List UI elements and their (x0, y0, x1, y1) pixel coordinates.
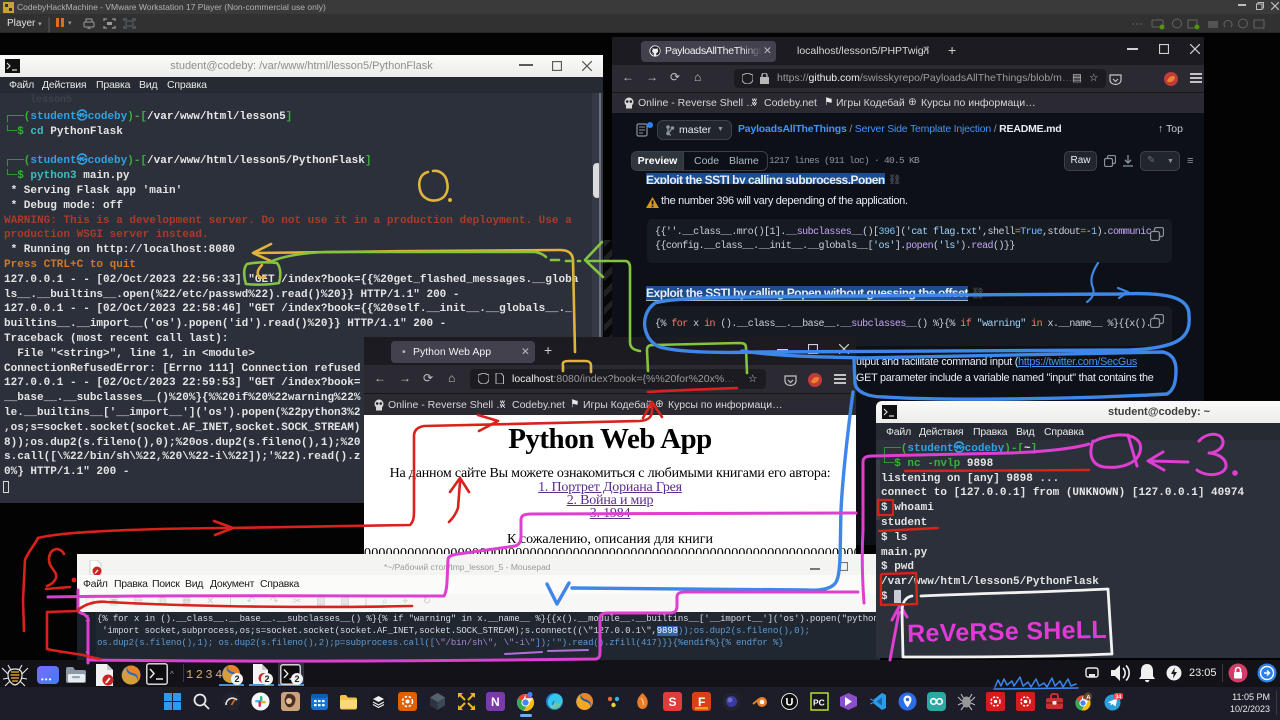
svg-text:ReVeRSe SHeLL: ReVeRSe SHeLL (907, 616, 1107, 648)
